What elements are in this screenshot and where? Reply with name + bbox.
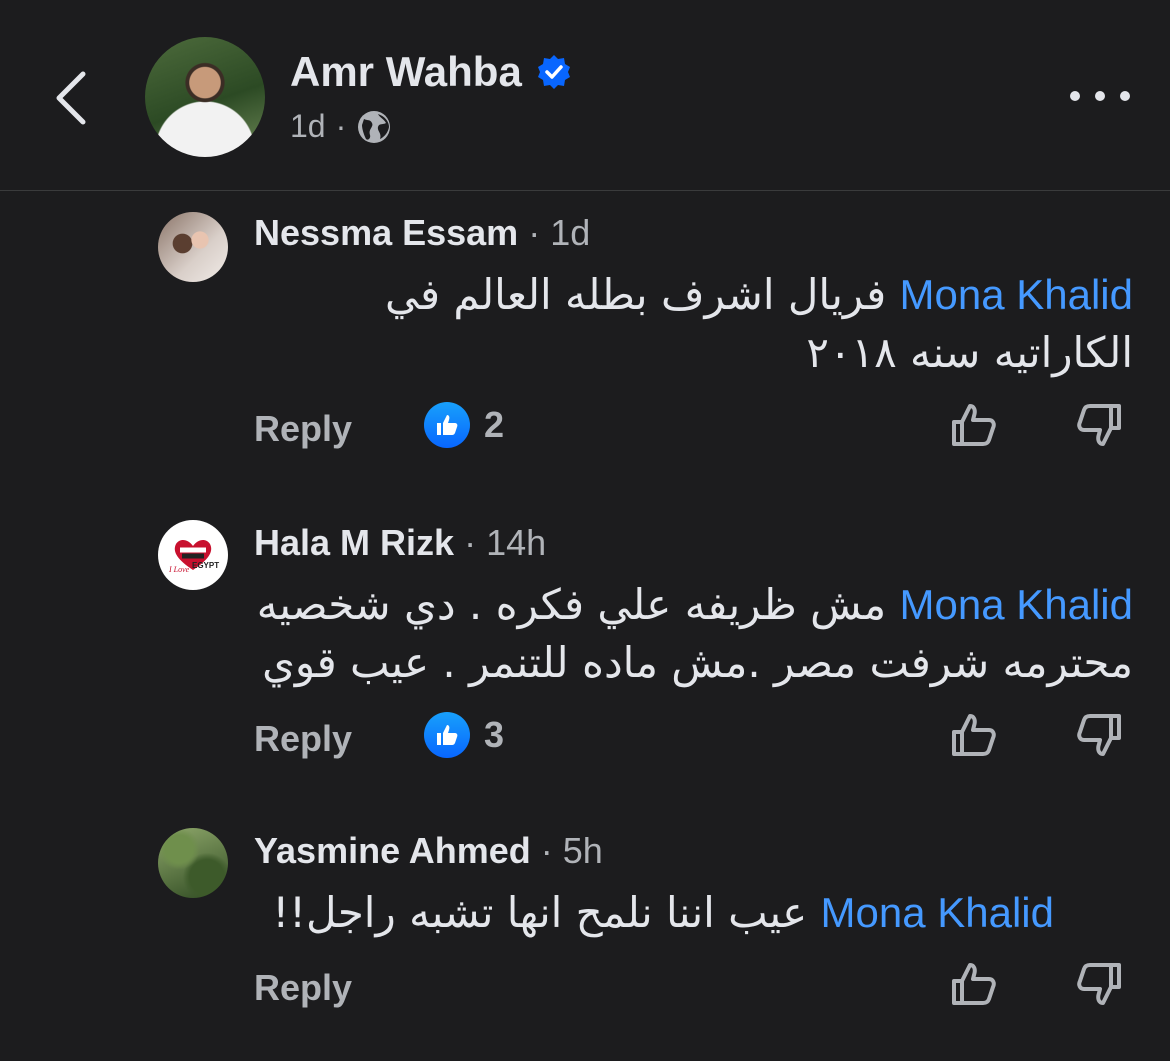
comment-text: Mona Khalid فريال اشرف بطله العالم في ال… [233,266,1133,382]
post-meta: 1d · [290,108,392,145]
author-avatar[interactable] [145,37,265,157]
svg-text:EGYPT: EGYPT [192,561,219,570]
commenter-name[interactable]: Hala M Rizk [254,522,454,564]
like-badge-icon [424,712,470,758]
thumbs-up-icon[interactable] [949,959,999,1009]
author-name[interactable]: Amr Wahba [290,48,522,96]
comment-time: 5h [562,830,603,871]
comment-header: Hala M Rizk · 14h [254,522,547,564]
reply-button[interactable]: Reply [254,967,352,1009]
i-love-egypt-logo: I Love EGYPT [168,540,219,574]
commenter-name[interactable]: Yasmine Ahmed [254,830,531,872]
mention-link[interactable]: Mona Khalid [900,581,1133,628]
commenter-avatar[interactable] [158,212,228,282]
post-header: Amr Wahba 1d · [0,0,1170,191]
mention-link[interactable]: Mona Khalid [900,271,1133,318]
more-options-button[interactable] [1070,78,1130,114]
thumbs-down-icon[interactable] [1074,710,1124,760]
back-chevron-icon [56,71,86,125]
author-row: Amr Wahba [290,48,572,96]
reaction-summary[interactable]: 3 [424,712,504,758]
meta-separator: · [335,108,347,144]
comment-actions: Reply [254,955,1130,1015]
reply-button[interactable]: Reply [254,408,352,450]
comment-header: Nessma Essam · 1d [254,212,591,254]
reply-button[interactable]: Reply [254,718,352,760]
comment-actions: Reply 3 [254,706,1130,766]
thumbs-up-icon[interactable] [949,710,999,760]
like-count: 2 [484,404,505,445]
comment-time: 1d [550,212,591,253]
commenter-avatar[interactable]: I Love EGYPT [158,520,228,590]
like-badge-icon [424,402,470,448]
svg-text:I Love: I Love [168,565,190,574]
back-button[interactable] [40,58,100,138]
like-count: 3 [484,714,505,755]
comment-text: Mona Khalid عيب اننا نلمح انها تشبه راجل… [254,884,1054,942]
globe-icon [358,110,391,143]
mention-link[interactable]: Mona Khalid [821,889,1054,936]
comment-body: عيب اننا نلمح انها تشبه راجل!! [272,888,808,937]
commenter-name[interactable]: Nessma Essam [254,212,518,254]
commenter-avatar[interactable] [158,828,228,898]
post-time: 1d [290,108,326,144]
comment-time: 14h [486,522,547,563]
thumbs-up-icon[interactable] [949,400,999,450]
comment-actions: Reply 2 [254,396,1130,456]
comment-header: Yasmine Ahmed · 5h [254,830,603,872]
comment-text: Mona Khalid مش ظريفه علي فكره . دي شخصيه… [243,576,1133,692]
more-icon [1070,91,1080,101]
thumbs-down-icon[interactable] [1074,959,1124,1009]
reaction-summary[interactable]: 2 [424,402,504,448]
verified-badge-icon [537,55,570,89]
thumbs-down-icon[interactable] [1074,400,1124,450]
